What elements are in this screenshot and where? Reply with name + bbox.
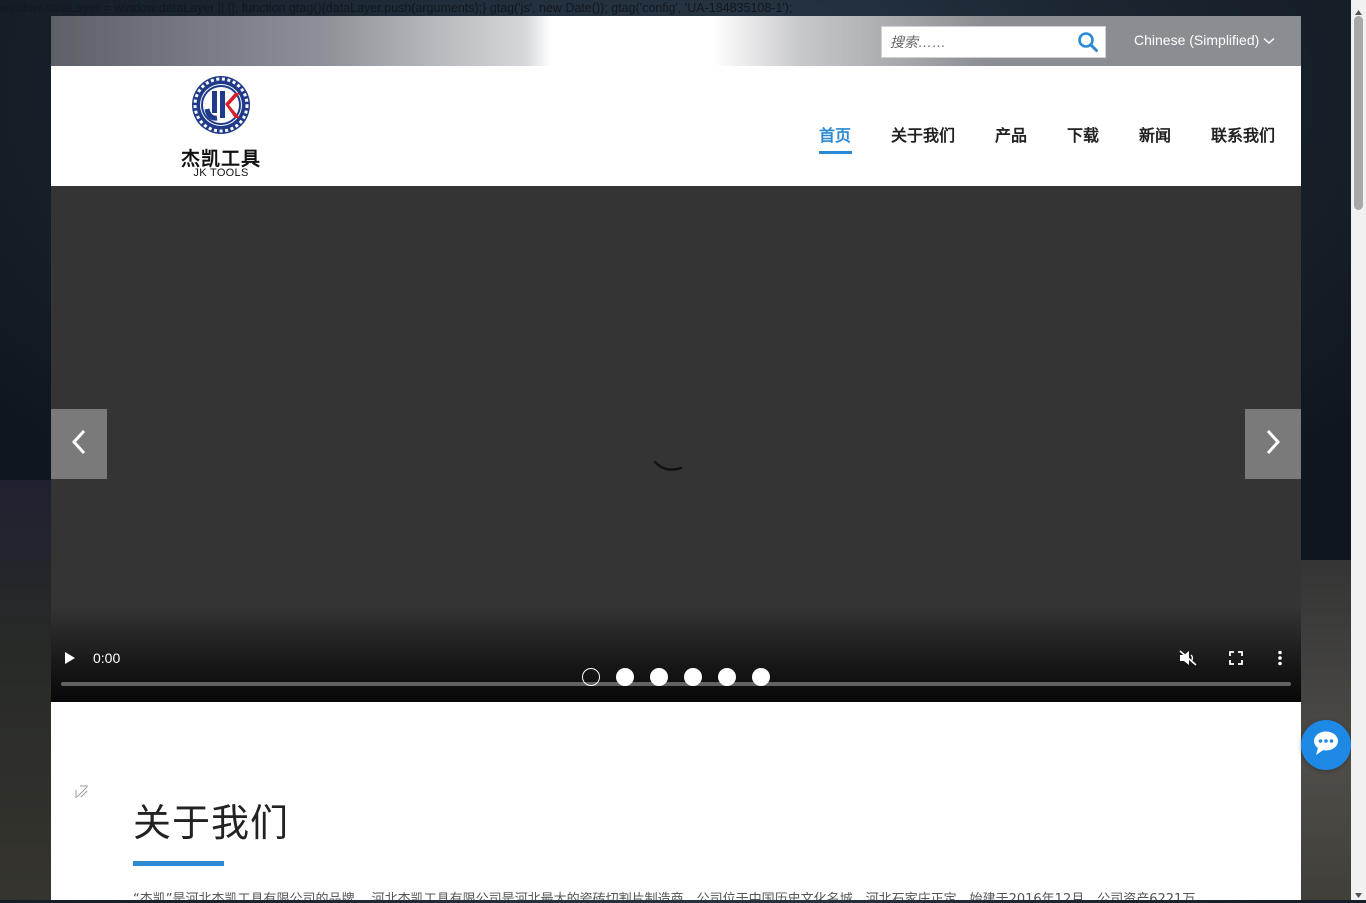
chevron-down-icon <box>1263 32 1275 48</box>
slider-dot-5[interactable] <box>718 668 736 686</box>
nav-home-label: 首页 <box>819 126 852 145</box>
nav-news[interactable]: 新闻 <box>1139 122 1171 146</box>
nav-active-underline <box>819 151 852 154</box>
slider-pagination <box>582 668 770 686</box>
fullscreen-icon[interactable] <box>1228 650 1244 670</box>
about-intro-text: “杰凯”是河北杰凯工具有限公司的品牌。 河北杰凯工具有限公司是河北最大的瓷砖切割… <box>133 892 1196 900</box>
more-options-icon[interactable] <box>1277 650 1283 670</box>
nav-about-label: 关于我们 <box>891 126 956 145</box>
nav-contact[interactable]: 联系我们 <box>1211 122 1275 146</box>
site-header: 杰凯工具 JK TOOLS 首页 关于我们 产品 下载 新闻 联系我们 <box>51 66 1301 186</box>
nav-download[interactable]: 下载 <box>1067 122 1099 146</box>
broken-image-icon <box>75 784 89 803</box>
nav-products[interactable]: 产品 <box>995 122 1027 146</box>
search-input[interactable] <box>882 27 1072 57</box>
top-bar: Chinese (Simplified) <box>51 16 1301 66</box>
chevron-right-icon <box>1264 428 1282 460</box>
chat-icon <box>1312 730 1340 760</box>
page-container: Chinese (Simplified) 杰凯工具 JK TOOLS 首 <box>51 16 1301 900</box>
leaked-analytics-script-text: window.dataLayer = window.dataLayer || [… <box>0 1 793 15</box>
slider-prev-button[interactable] <box>51 409 107 479</box>
main-nav: 首页 关于我们 产品 下载 新闻 联系我们 <box>51 122 1301 162</box>
slider-next-button[interactable] <box>1245 409 1301 479</box>
scrollbar-thumb[interactable] <box>1354 16 1363 210</box>
nav-contact-label: 联系我们 <box>1211 126 1276 145</box>
language-label: Chinese (Simplified) <box>1134 32 1260 48</box>
chat-button[interactable] <box>1301 720 1351 770</box>
nav-about[interactable]: 关于我们 <box>891 122 955 146</box>
nav-news-label: 新闻 <box>1139 126 1172 145</box>
page-scrollbar[interactable] <box>1351 0 1366 900</box>
video-time: 0:00 <box>93 650 121 666</box>
slider-dot-6[interactable] <box>752 668 770 686</box>
nav-download-label: 下载 <box>1067 126 1100 145</box>
loading-spinner-icon <box>653 458 683 477</box>
chevron-left-icon <box>70 428 88 460</box>
hero-video[interactable]: 0:00 <box>51 186 1301 702</box>
slider-dot-2[interactable] <box>616 668 634 686</box>
search-box <box>881 26 1106 58</box>
logo-english-text: JK TOOLS <box>193 167 249 179</box>
scroll-down-arrow-icon[interactable] <box>1354 884 1363 903</box>
play-icon[interactable] <box>63 650 77 670</box>
about-section-title: 关于我们 <box>133 801 290 845</box>
language-selector[interactable]: Chinese (Simplified) <box>1134 32 1275 48</box>
slider-dot-3[interactable] <box>650 668 668 686</box>
slider-dot-1[interactable] <box>582 668 600 686</box>
nav-products-label: 产品 <box>995 126 1028 145</box>
mute-icon[interactable] <box>1179 650 1197 670</box>
nav-home[interactable]: 首页 <box>819 122 852 154</box>
slider-dot-4[interactable] <box>684 668 702 686</box>
about-title-underline <box>133 861 224 866</box>
search-icon[interactable] <box>1077 31 1101 53</box>
